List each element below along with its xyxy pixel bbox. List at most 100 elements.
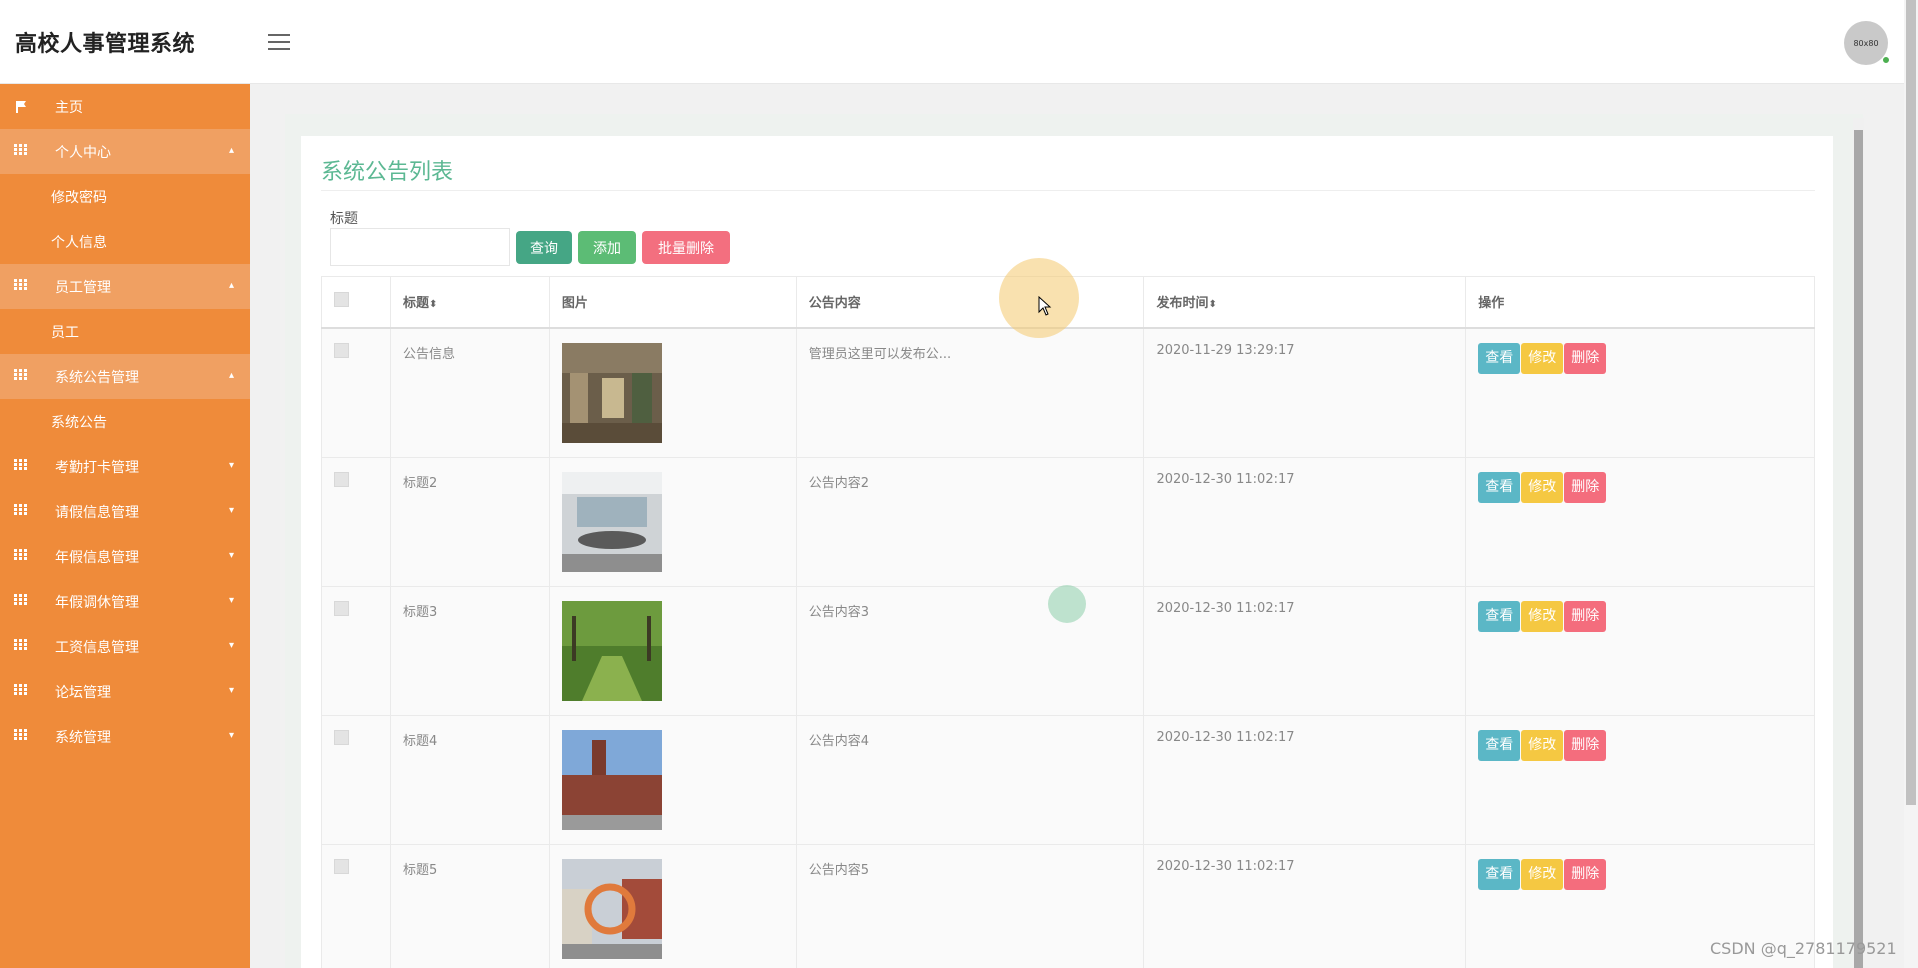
sidebar-subitem-staff[interactable]: 员工	[0, 309, 250, 354]
table-row: 公告信息 管理员这里可以发布公... 2020-11-29 13:29:17 查…	[321, 327, 1815, 458]
cell-title: 公告信息	[389, 327, 550, 458]
chevron-down-icon: ▾	[228, 640, 234, 651]
sidebar-item-annual-leave[interactable]: 年假信息管理 ▾	[0, 534, 250, 579]
cell-content: 公告内容5	[795, 843, 1145, 968]
cell-title: 标题3	[389, 585, 550, 716]
select-all-checkbox[interactable]	[334, 292, 349, 308]
cell-time: 2020-11-29 13:29:17	[1143, 327, 1467, 458]
mouse-pointer-icon	[1038, 296, 1052, 316]
cell-content: 公告内容4	[795, 714, 1145, 845]
sort-icon: ⬍	[1208, 299, 1217, 311]
row-checkbox[interactable]	[334, 471, 349, 487]
batch-delete-button[interactable]: 批量删除	[642, 231, 730, 264]
search-label: 标题	[330, 211, 358, 227]
chevron-down-icon: ▾	[228, 460, 234, 471]
divider	[321, 190, 1815, 191]
notice-image-clock-tower-building[interactable]	[561, 729, 662, 830]
sidebar-item-forum[interactable]: 论坛管理 ▾	[0, 669, 250, 714]
edit-button[interactable]: 修改	[1521, 600, 1564, 632]
page-title: 系统公告列表	[321, 160, 454, 185]
view-button[interactable]: 查看	[1478, 600, 1521, 632]
row-checkbox[interactable]	[334, 600, 349, 616]
sidebar-item-attendance[interactable]: 考勤打卡管理 ▾	[0, 444, 250, 489]
chevron-up-icon: ▴	[228, 280, 234, 291]
notice-image-park-trees[interactable]	[561, 600, 662, 701]
page-scrollbar-thumb[interactable]	[1906, 0, 1916, 805]
delete-button[interactable]: 删除	[1564, 342, 1607, 374]
chevron-down-icon: ▾	[228, 550, 234, 561]
view-button[interactable]: 查看	[1478, 342, 1521, 374]
column-header-title[interactable]: 标题⬍	[389, 276, 550, 329]
notice-list-panel: 系统公告列表 标题 查询 添加 批量删除 标题⬍ 图片 公告内容 发布时间⬍ 操…	[301, 136, 1833, 968]
sidebar-subitem-change-password[interactable]: 修改密码	[0, 174, 250, 219]
cell-time: 2020-12-30 11:02:17	[1143, 585, 1467, 716]
click-indicator	[1048, 585, 1086, 623]
delete-button[interactable]: 删除	[1564, 471, 1607, 503]
cell-content: 公告内容2	[795, 456, 1145, 587]
watermark: CSDN @q_2781179521	[1710, 939, 1897, 958]
cell-title: 标题2	[389, 456, 550, 587]
sidebar-item-home[interactable]: 主页	[0, 84, 250, 129]
sidebar-item-notice-management[interactable]: 系统公告管理 ▴	[0, 354, 250, 399]
cell-time: 2020-12-30 11:02:17	[1143, 714, 1467, 845]
edit-button[interactable]: 修改	[1521, 471, 1564, 503]
cell-actions: 查看 修改 删除	[1465, 327, 1815, 458]
chevron-up-icon: ▴	[228, 370, 234, 381]
row-checkbox[interactable]	[334, 729, 349, 745]
cell-content: 公告内容3	[795, 585, 1145, 716]
grid-icon	[14, 728, 27, 740]
sidebar-item-personal-center[interactable]: 个人中心 ▴	[0, 129, 250, 174]
chevron-down-icon: ▾	[228, 505, 234, 516]
sidebar-item-staff[interactable]: 员工管理 ▴	[0, 264, 250, 309]
cell-time: 2020-12-30 11:02:17	[1143, 843, 1467, 968]
column-header-time[interactable]: 发布时间⬍	[1143, 276, 1467, 329]
table-row: 标题4 公告内容4 2020-12-30 11:02:17 查看 修改 删除	[321, 714, 1815, 845]
delete-button[interactable]: 删除	[1564, 600, 1607, 632]
view-button[interactable]: 查看	[1478, 729, 1521, 761]
column-header-image: 图片	[548, 276, 797, 329]
panel-scrollbar-thumb[interactable]	[1854, 130, 1863, 968]
sidebar: 主页 个人中心 ▴ 修改密码 个人信息 员工管理 ▴ 员工 系统公告管理 ▴ 系…	[0, 84, 250, 968]
edit-button[interactable]: 修改	[1521, 342, 1564, 374]
cell-content: 管理员这里可以发布公...	[795, 327, 1145, 458]
add-button[interactable]: 添加	[578, 231, 636, 264]
notice-image-ring-sculpture[interactable]	[561, 858, 662, 959]
sidebar-item-system[interactable]: 系统管理 ▾	[0, 714, 250, 759]
grid-icon	[14, 548, 27, 560]
sidebar-subitem-notice[interactable]: 系统公告	[0, 399, 250, 444]
cell-time: 2020-12-30 11:02:17	[1143, 456, 1467, 587]
sort-icon: ⬍	[428, 299, 438, 311]
flag-icon	[16, 100, 26, 113]
online-status-dot	[1882, 56, 1890, 64]
grid-icon	[14, 683, 27, 695]
grid-icon	[14, 143, 27, 155]
sidebar-item-leave[interactable]: 请假信息管理 ▾	[0, 489, 250, 534]
sidebar-item-salary[interactable]: 工资信息管理 ▾	[0, 624, 250, 669]
notice-image-office-interior[interactable]	[561, 342, 662, 443]
view-button[interactable]: 查看	[1478, 858, 1521, 890]
edit-button[interactable]: 修改	[1521, 729, 1564, 761]
top-header: 高校人事管理系统	[0, 0, 1918, 84]
chevron-down-icon: ▾	[228, 595, 234, 606]
edit-button[interactable]: 修改	[1521, 858, 1564, 890]
sidebar-item-annual-leave-swap[interactable]: 年假调休管理 ▾	[0, 579, 250, 624]
query-button[interactable]: 查询	[516, 231, 572, 264]
cell-actions: 查看 修改 删除	[1465, 714, 1815, 845]
row-checkbox[interactable]	[334, 858, 349, 874]
sidebar-subitem-personal-info[interactable]: 个人信息	[0, 219, 250, 264]
grid-icon	[14, 458, 27, 470]
view-button[interactable]: 查看	[1478, 471, 1521, 503]
title-search-input[interactable]	[330, 228, 510, 266]
chevron-up-icon: ▴	[228, 145, 234, 156]
cell-title: 标题4	[389, 714, 550, 845]
delete-button[interactable]: 删除	[1564, 858, 1607, 890]
cell-actions: 查看 修改 删除	[1465, 456, 1815, 587]
row-checkbox[interactable]	[334, 342, 349, 358]
chevron-down-icon: ▾	[228, 685, 234, 696]
grid-icon	[14, 278, 27, 290]
delete-button[interactable]: 删除	[1564, 729, 1607, 761]
cell-actions: 查看 修改 删除	[1465, 585, 1815, 716]
column-header-actions: 操作	[1465, 276, 1815, 329]
menu-toggle-icon[interactable]	[268, 33, 290, 50]
notice-image-meeting-room[interactable]	[561, 471, 662, 572]
